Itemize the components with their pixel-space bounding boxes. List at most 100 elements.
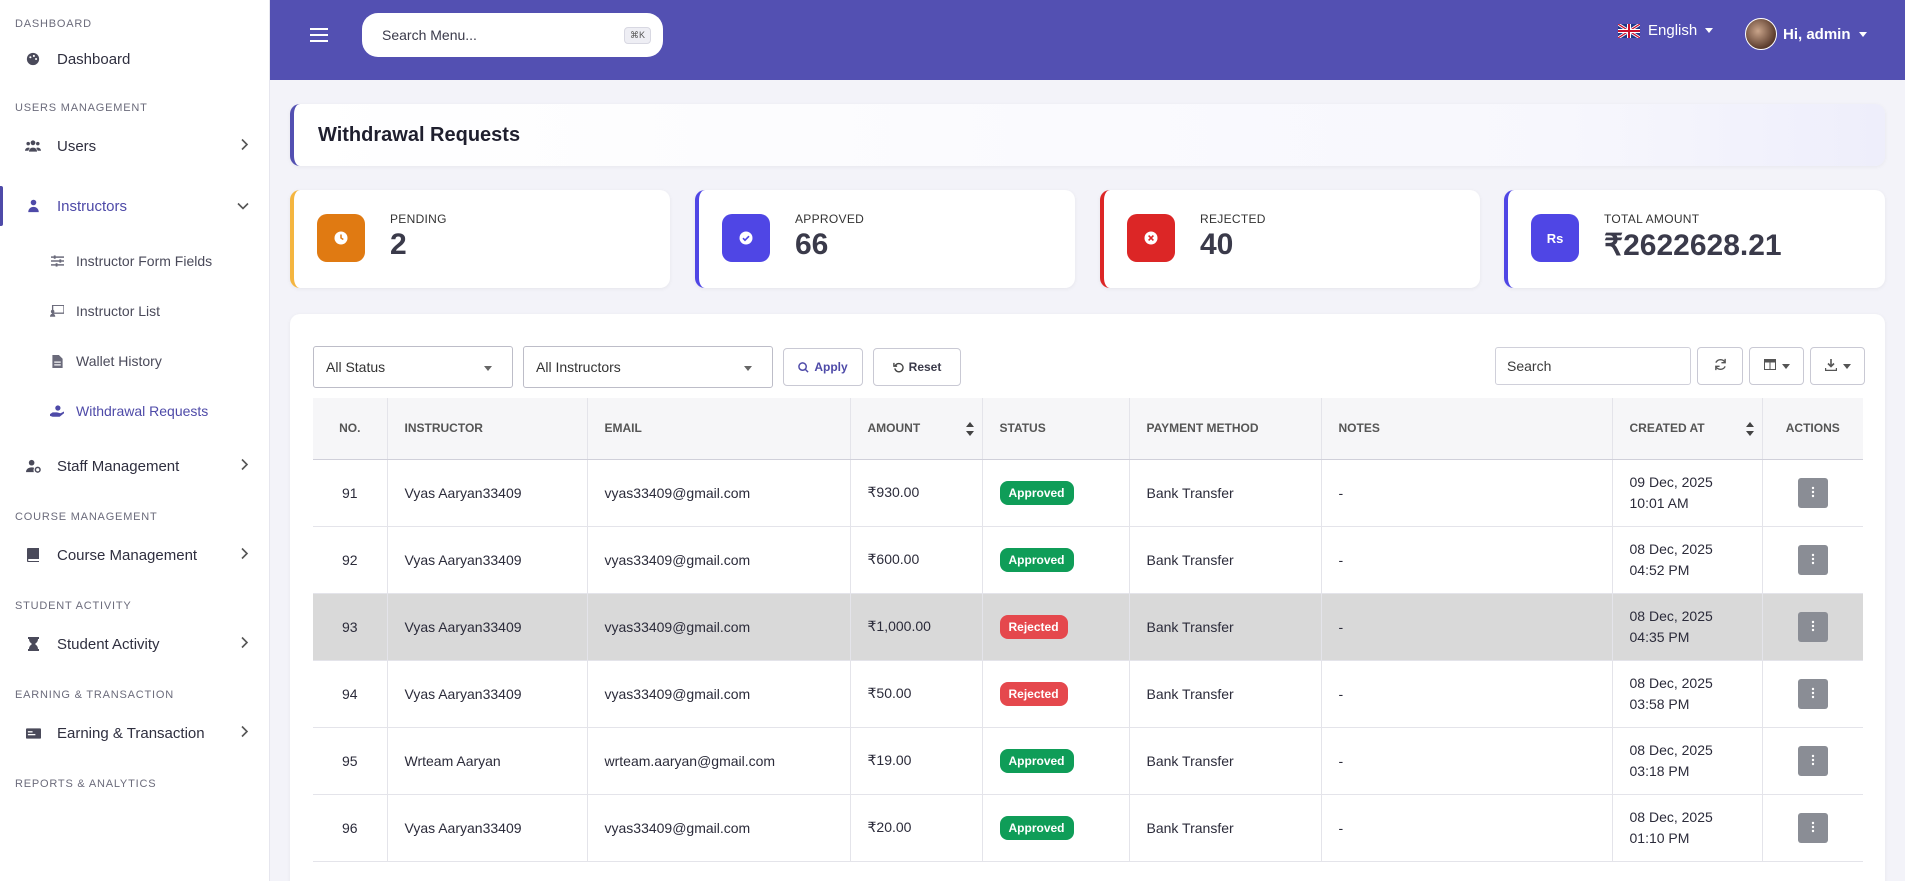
section-title-dashboard: DASHBOARD xyxy=(15,18,92,30)
user-menu[interactable]: Hi, admin xyxy=(1745,18,1867,50)
chevron-right-icon xyxy=(241,636,249,653)
column-header-no: NO. xyxy=(313,398,388,460)
sidebar-item-instructors[interactable]: Instructors xyxy=(0,176,269,236)
export-button[interactable] xyxy=(1810,347,1865,385)
cell-created-at: 08 Dec, 2025 04:52 PM xyxy=(1612,526,1763,594)
sidebar-item-earning-transaction[interactable]: Earning & Transaction xyxy=(0,703,269,763)
cell-no: 93 xyxy=(313,593,388,661)
cell-amount: ₹600.00 xyxy=(850,526,983,594)
status-badge: Approved xyxy=(999,748,1074,773)
undo-icon xyxy=(892,362,904,373)
sidebar-item-course-management[interactable]: Course Management xyxy=(0,525,269,585)
caret-down-icon xyxy=(1781,363,1790,369)
cell-actions xyxy=(1762,660,1863,728)
cell-email: vyas33409@gmail.com xyxy=(587,593,851,661)
table-columns-icon xyxy=(1763,359,1776,373)
row-actions-button[interactable] xyxy=(1797,544,1828,575)
sidebar-item-users[interactable]: Users xyxy=(0,116,269,176)
column-header-instructor: INSTRUCTOR xyxy=(387,398,588,460)
sidebar-subitem-withdrawal-requests[interactable]: Withdrawal Requests xyxy=(0,386,269,436)
cell-amount: ₹930.00 xyxy=(850,459,983,527)
column-header-amount[interactable]: AMOUNT xyxy=(850,398,983,460)
sidebar-item-staff-management[interactable]: Staff Management xyxy=(0,436,269,496)
chevron-right-icon xyxy=(241,725,249,742)
check-circle-icon xyxy=(722,214,770,262)
withdrawal-table-card: All Status All Instructors Apply Reset S… xyxy=(290,314,1885,881)
row-actions-button[interactable] xyxy=(1797,477,1828,508)
uk-flag-icon xyxy=(1618,23,1640,38)
created-date: 08 Dec, 2025 xyxy=(1629,808,1713,825)
caret-down-icon xyxy=(484,366,492,371)
column-header-status: STATUS xyxy=(982,398,1130,460)
instructor-filter-select[interactable]: All Instructors xyxy=(523,346,773,388)
cell-no: 96 xyxy=(313,794,388,862)
reset-button[interactable]: Reset xyxy=(873,348,961,386)
cell-email: vyas33409@gmail.com xyxy=(587,459,851,527)
clock-icon xyxy=(317,214,365,262)
sidebar-subitem-wallet-history[interactable]: Wallet History xyxy=(0,336,269,386)
language-dropdown[interactable]: English xyxy=(1618,22,1714,39)
download-icon xyxy=(1824,358,1837,374)
status-filter-select[interactable]: All Status xyxy=(313,346,513,388)
created-date: 08 Dec, 2025 xyxy=(1629,741,1713,758)
row-actions-button[interactable] xyxy=(1797,812,1828,843)
row-actions-button[interactable] xyxy=(1797,745,1828,776)
sidebar-item-label: Users xyxy=(57,137,97,155)
sidebar-item-dashboard[interactable]: Dashboard xyxy=(0,32,269,86)
sidebar-subitem-instructor-list[interactable]: Instructor List xyxy=(0,286,269,336)
cell-notes: - xyxy=(1321,727,1613,795)
stat-value: ₹2622628.21 xyxy=(1604,229,1782,262)
withdrawal-table: NO. INSTRUCTOR EMAIL AMOUNT STATUS PAYME… xyxy=(313,398,1863,862)
cell-email: vyas33409@gmail.com xyxy=(587,794,851,862)
section-title-earning-transaction: EARNING & TRANSACTION xyxy=(15,689,175,701)
sidebar-item-label: Student Activity xyxy=(57,635,160,653)
table-search-input[interactable] xyxy=(1495,347,1691,385)
created-time: 10:01 AM xyxy=(1629,494,1689,511)
cell-no: 91 xyxy=(313,459,388,527)
row-actions-button[interactable] xyxy=(1797,678,1828,709)
sidebar-item-student-activity[interactable]: Student Activity xyxy=(0,614,269,674)
sidebar-subitem-instructor-form-fields[interactable]: Instructor Form Fields xyxy=(0,236,269,286)
column-header-created-at[interactable]: CREATED AT xyxy=(1612,398,1763,460)
caret-down-icon xyxy=(744,366,752,371)
search-menu-input[interactable]: Search Menu... ⌘K xyxy=(362,13,663,57)
page-title-card: Withdrawal Requests xyxy=(290,104,1885,166)
cell-status: Approved xyxy=(982,727,1130,795)
refresh-button[interactable] xyxy=(1697,347,1743,385)
cell-actions xyxy=(1762,727,1863,795)
stat-value: 66 xyxy=(795,228,829,261)
user-greeting: Hi, admin xyxy=(1783,25,1851,43)
sliders-icon xyxy=(50,254,64,268)
apply-button[interactable]: Apply xyxy=(783,348,863,386)
cell-payment-method: Bank Transfer xyxy=(1129,727,1322,795)
ellipsis-vertical-icon xyxy=(1811,619,1815,635)
cell-instructor: Vyas Aaryan33409 xyxy=(387,526,588,594)
ellipsis-vertical-icon xyxy=(1811,552,1815,568)
apply-label: Apply xyxy=(814,360,848,374)
cell-payment-method: Bank Transfer xyxy=(1129,593,1322,661)
cell-created-at: 09 Dec, 2025 10:01 AM xyxy=(1612,459,1763,527)
language-label: English xyxy=(1648,22,1698,39)
cell-amount: ₹50.00 xyxy=(850,660,983,728)
section-title-student-activity: STUDENT ACTIVITY xyxy=(15,600,132,612)
stat-card-total-amount: Rs TOTAL AMOUNT ₹2622628.21 xyxy=(1504,190,1885,288)
hamburger-menu-icon[interactable] xyxy=(310,27,332,49)
ellipsis-vertical-icon xyxy=(1811,485,1815,501)
cell-notes: - xyxy=(1321,459,1613,527)
instructor-filter-value: All Instructors xyxy=(536,359,621,375)
cell-created-at: 08 Dec, 2025 03:18 PM xyxy=(1612,727,1763,795)
cell-payment-method: Bank Transfer xyxy=(1129,660,1322,728)
table-header-row: NO. INSTRUCTOR EMAIL AMOUNT STATUS PAYME… xyxy=(313,398,1863,460)
row-actions-button[interactable] xyxy=(1797,611,1828,642)
cell-actions xyxy=(1762,794,1863,862)
cell-status: Approved xyxy=(982,794,1130,862)
stat-card-approved: APPROVED 66 xyxy=(695,190,1075,288)
cell-payment-method: Bank Transfer xyxy=(1129,459,1322,527)
status-filter-value: All Status xyxy=(326,359,386,375)
cell-created-at: 08 Dec, 2025 04:35 PM xyxy=(1612,593,1763,661)
created-date: 08 Dec, 2025 xyxy=(1629,674,1713,691)
topbar: Search Menu... ⌘K English Hi, admin xyxy=(270,0,1905,80)
cell-notes: - xyxy=(1321,526,1613,594)
columns-toggle-button[interactable] xyxy=(1749,347,1804,385)
cell-actions xyxy=(1762,593,1863,661)
